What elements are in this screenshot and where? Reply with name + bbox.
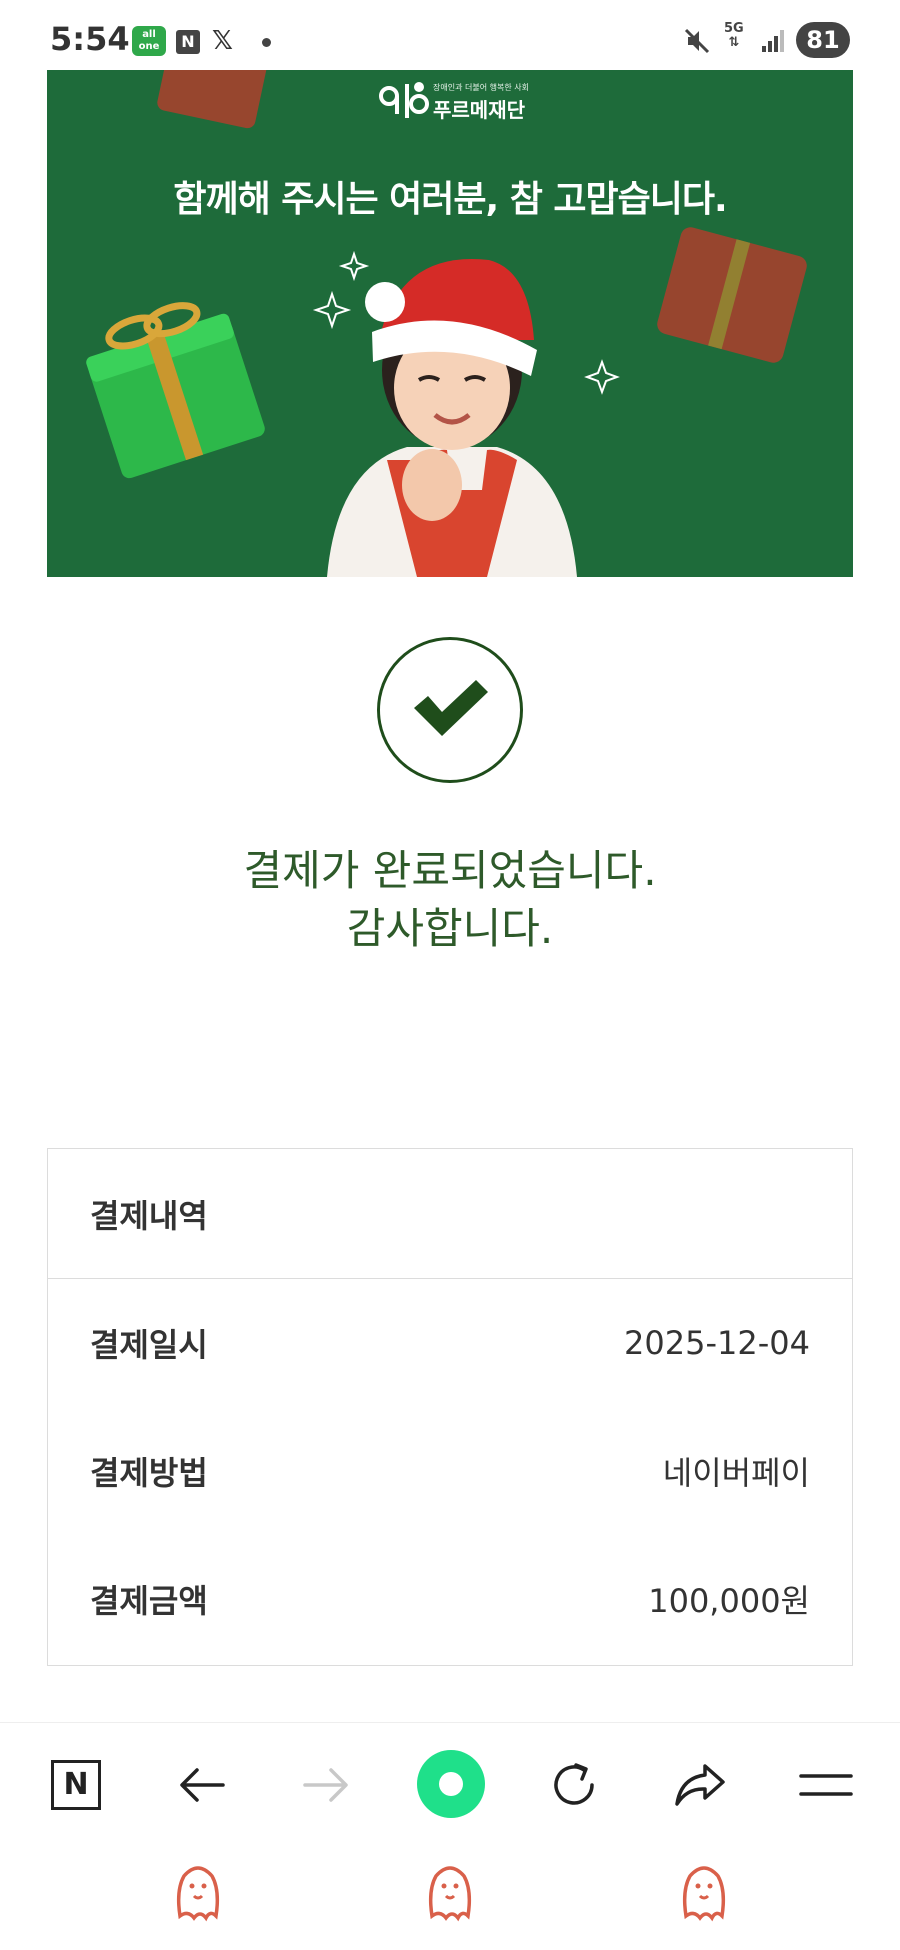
back-button[interactable] — [170, 1753, 234, 1817]
back-arrow-icon — [180, 1768, 225, 1802]
status-bar: 5:54 all one N 𝕏 5G ⇅ 81 — [0, 0, 900, 70]
complete-line-2: 감사합니다. — [346, 904, 554, 953]
allone-app-icon: all one — [132, 26, 166, 56]
payment-complete-message: 결제가 완료되었습니다. 감사합니다. — [0, 842, 900, 958]
data-arrows-icon: ⇅ — [728, 35, 740, 50]
home-circle-icon — [417, 1750, 485, 1818]
naver-notification-icon: N — [176, 30, 200, 54]
checkmark-icon — [414, 680, 488, 736]
logo-mark-icon — [379, 82, 429, 118]
menu-icon — [799, 1774, 853, 1796]
payment-row-date: 결제일시 2025-12-04 — [48, 1279, 852, 1407]
network-5g-icon: 5G ⇅ — [724, 22, 744, 52]
network-label: 5G — [724, 21, 744, 36]
n-icon: N — [51, 1760, 101, 1810]
ghost-icons-row — [0, 1860, 900, 1930]
logo-tagline: 장애인과 더불어 행복한 사회 — [433, 83, 529, 92]
success-check-icon — [377, 637, 523, 783]
payment-method-value: 네이버페이 — [662, 1454, 810, 1492]
ghost-icon[interactable] — [422, 1860, 478, 1924]
payment-method-label: 결제방법 — [90, 1454, 208, 1492]
status-time: 5:54 — [50, 20, 130, 58]
mute-icon — [682, 26, 712, 56]
payment-amount-label: 결제금액 — [90, 1582, 208, 1620]
payment-row-method: 결제방법 네이버페이 — [48, 1407, 852, 1535]
complete-line-1: 결제가 완료되었습니다. — [243, 846, 657, 895]
forward-button[interactable] — [294, 1753, 358, 1817]
banner-headline: 함께해 주시는 여러분, 참 고맙습니다. — [173, 179, 727, 220]
reload-button[interactable] — [542, 1753, 606, 1817]
ghost-icon[interactable] — [676, 1860, 732, 1924]
forward-arrow-icon — [303, 1768, 348, 1802]
green-dot-button[interactable] — [416, 1749, 486, 1819]
purme-foundation-logo: 장애인과 더불어 행복한 사회 푸르메재단 — [377, 78, 537, 124]
payment-date-label: 결제일시 — [90, 1326, 208, 1364]
ghost-icon[interactable] — [170, 1860, 226, 1924]
payment-row-amount: 결제금액 100,000원 — [48, 1535, 852, 1663]
payment-date-value: 2025-12-04 — [624, 1324, 810, 1362]
share-button[interactable] — [668, 1753, 732, 1817]
share-icon — [675, 1764, 725, 1806]
logo-name: 푸르메재단 — [433, 98, 525, 122]
browser-toolbar: N — [0, 1722, 900, 1846]
signal-icon — [760, 28, 786, 58]
banner-illustration — [86, 70, 807, 577]
payment-details-header: 결제내역 — [48, 1149, 852, 1279]
donation-banner: 장애인과 더불어 행복한 사회 푸르메재단 함께해 주시는 여러분, 참 고맙습… — [47, 70, 853, 577]
payment-amount-value: 100,000원 — [648, 1582, 810, 1620]
payment-details: 결제내역 결제일시 2025-12-04 결제방법 네이버페이 결제금액 100… — [47, 1148, 853, 1666]
more-notifications-dot-icon — [262, 38, 271, 47]
x-notification-icon: 𝕏 — [212, 26, 233, 56]
battery-indicator: 81 — [796, 22, 850, 58]
naver-home-button[interactable]: N — [44, 1753, 108, 1817]
menu-button[interactable] — [794, 1753, 858, 1817]
reload-icon — [554, 1763, 594, 1805]
